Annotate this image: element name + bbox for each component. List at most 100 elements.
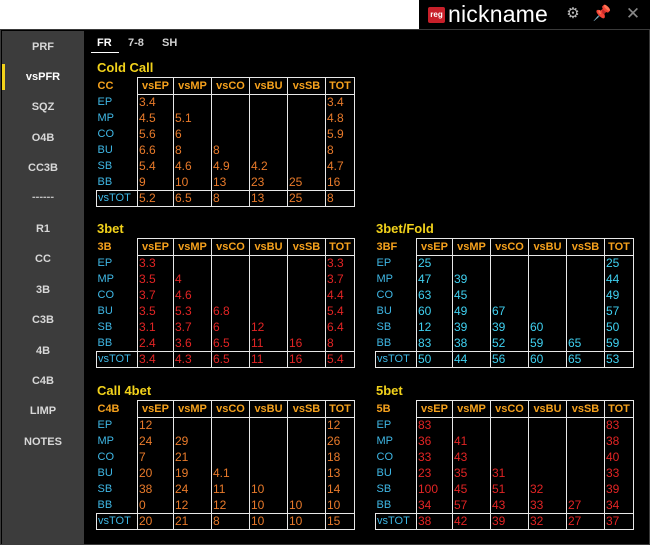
total-cell[interactable]: 60 <box>528 351 567 368</box>
total-cell[interactable]: 20 <box>137 513 174 530</box>
stat-cell[interactable]: 59 <box>604 335 634 352</box>
stat-cell[interactable]: 39 <box>604 481 634 498</box>
stat-cell[interactable] <box>287 449 326 466</box>
stat-cell[interactable]: 59 <box>528 335 567 352</box>
stat-cell[interactable]: 8 <box>325 335 355 352</box>
stat-cell[interactable]: 6 <box>173 126 212 143</box>
stat-cell[interactable] <box>566 433 605 450</box>
stat-cell[interactable] <box>287 255 326 272</box>
stat-cell[interactable]: 29 <box>173 433 212 450</box>
stat-cell[interactable]: 9 <box>137 174 174 191</box>
stat-cell[interactable]: 10 <box>325 497 355 514</box>
stat-cell[interactable]: 27 <box>566 497 605 514</box>
total-cell[interactable]: 6.5 <box>211 351 250 368</box>
stat-cell[interactable]: 52 <box>490 335 529 352</box>
stat-cell[interactable]: 4.6 <box>173 287 212 304</box>
stat-cell[interactable] <box>211 287 250 304</box>
stat-cell[interactable] <box>490 271 529 288</box>
stat-cell[interactable]: 4.5 <box>137 110 174 127</box>
stat-cell[interactable]: 6.4 <box>325 319 355 336</box>
sidebar-item-c3b[interactable]: C3B <box>2 306 84 334</box>
stat-cell[interactable] <box>211 417 250 434</box>
stat-cell[interactable] <box>211 449 250 466</box>
total-cell[interactable]: 50 <box>416 351 453 368</box>
stat-cell[interactable] <box>249 255 288 272</box>
stat-cell[interactable]: 3.6 <box>173 335 212 352</box>
stat-cell[interactable] <box>249 449 288 466</box>
stat-cell[interactable] <box>528 433 567 450</box>
total-cell[interactable]: 6.5 <box>173 190 212 207</box>
tab-fr[interactable]: FR <box>97 37 112 49</box>
stat-cell[interactable]: 11 <box>211 481 250 498</box>
stat-cell[interactable]: 34 <box>604 497 634 514</box>
stat-cell[interactable]: 25 <box>604 255 634 272</box>
total-cell[interactable]: 15 <box>325 513 355 530</box>
stat-cell[interactable]: 11 <box>249 335 288 352</box>
stat-cell[interactable] <box>173 255 212 272</box>
stat-cell[interactable]: 10 <box>249 497 288 514</box>
stat-cell[interactable]: 4.7 <box>325 158 355 175</box>
stat-cell[interactable]: 3.5 <box>137 271 174 288</box>
total-cell[interactable]: 25 <box>287 190 326 207</box>
total-cell[interactable]: 56 <box>490 351 529 368</box>
stat-cell[interactable] <box>566 287 605 304</box>
stat-cell[interactable] <box>452 417 491 434</box>
stat-cell[interactable] <box>566 255 605 272</box>
stat-cell[interactable]: 60 <box>416 303 453 320</box>
stat-cell[interactable] <box>490 255 529 272</box>
stat-cell[interactable]: 2.4 <box>137 335 174 352</box>
stat-cell[interactable] <box>249 126 288 143</box>
sidebar-item-cc[interactable]: CC <box>2 245 84 273</box>
total-cell[interactable]: 11 <box>249 351 288 368</box>
stat-cell[interactable]: 3.4 <box>137 94 174 111</box>
stat-cell[interactable]: 7 <box>137 449 174 466</box>
stat-cell[interactable] <box>566 319 605 336</box>
stat-cell[interactable] <box>249 417 288 434</box>
stat-cell[interactable]: 38 <box>452 335 491 352</box>
sidebar-item-cc3b[interactable]: CC3B <box>2 154 84 182</box>
stat-cell[interactable]: 47 <box>416 271 453 288</box>
stat-cell[interactable]: 4.9 <box>211 158 250 175</box>
stat-cell[interactable] <box>287 319 326 336</box>
stat-cell[interactable]: 45 <box>452 481 491 498</box>
stat-cell[interactable] <box>173 417 212 434</box>
stat-cell[interactable]: 6.8 <box>211 303 250 320</box>
total-cell[interactable]: 42 <box>452 513 491 530</box>
stat-cell[interactable] <box>173 94 212 111</box>
stat-cell[interactable]: 12 <box>137 417 174 434</box>
stat-cell[interactable]: 83 <box>416 417 453 434</box>
stat-cell[interactable] <box>566 303 605 320</box>
stat-cell[interactable]: 63 <box>416 287 453 304</box>
stat-cell[interactable]: 41 <box>452 433 491 450</box>
stat-cell[interactable] <box>249 94 288 111</box>
stat-cell[interactable] <box>287 271 326 288</box>
stat-cell[interactable] <box>287 303 326 320</box>
stat-cell[interactable] <box>490 417 529 434</box>
stat-cell[interactable] <box>249 142 288 159</box>
total-cell[interactable]: 38 <box>416 513 453 530</box>
stat-cell[interactable]: 10 <box>287 497 326 514</box>
stat-cell[interactable]: 5.4 <box>325 303 355 320</box>
stat-cell[interactable]: 35 <box>452 465 491 482</box>
stat-cell[interactable] <box>249 465 288 482</box>
stat-cell[interactable]: 5.3 <box>173 303 212 320</box>
total-cell[interactable]: 5.4 <box>325 351 355 368</box>
stat-cell[interactable]: 32 <box>528 481 567 498</box>
stat-cell[interactable]: 40 <box>604 449 634 466</box>
stat-cell[interactable]: 3.5 <box>137 303 174 320</box>
stat-cell[interactable]: 67 <box>490 303 529 320</box>
stat-cell[interactable]: 44 <box>604 271 634 288</box>
stat-cell[interactable]: 3.7 <box>325 271 355 288</box>
stat-cell[interactable]: 10 <box>249 481 288 498</box>
stat-cell[interactable]: 60 <box>528 319 567 336</box>
total-cell[interactable]: 8 <box>211 513 250 530</box>
stat-cell[interactable] <box>287 481 326 498</box>
total-cell[interactable]: 21 <box>173 513 212 530</box>
stat-cell[interactable]: 3.7 <box>137 287 174 304</box>
tab-sh[interactable]: SH <box>162 37 177 49</box>
total-cell[interactable]: 10 <box>287 513 326 530</box>
stat-cell[interactable]: 34 <box>416 497 453 514</box>
sidebar-item-c4b[interactable]: C4B <box>2 367 84 395</box>
sidebar-item-r1[interactable]: R1 <box>2 215 84 243</box>
stat-cell[interactable]: 38 <box>604 433 634 450</box>
